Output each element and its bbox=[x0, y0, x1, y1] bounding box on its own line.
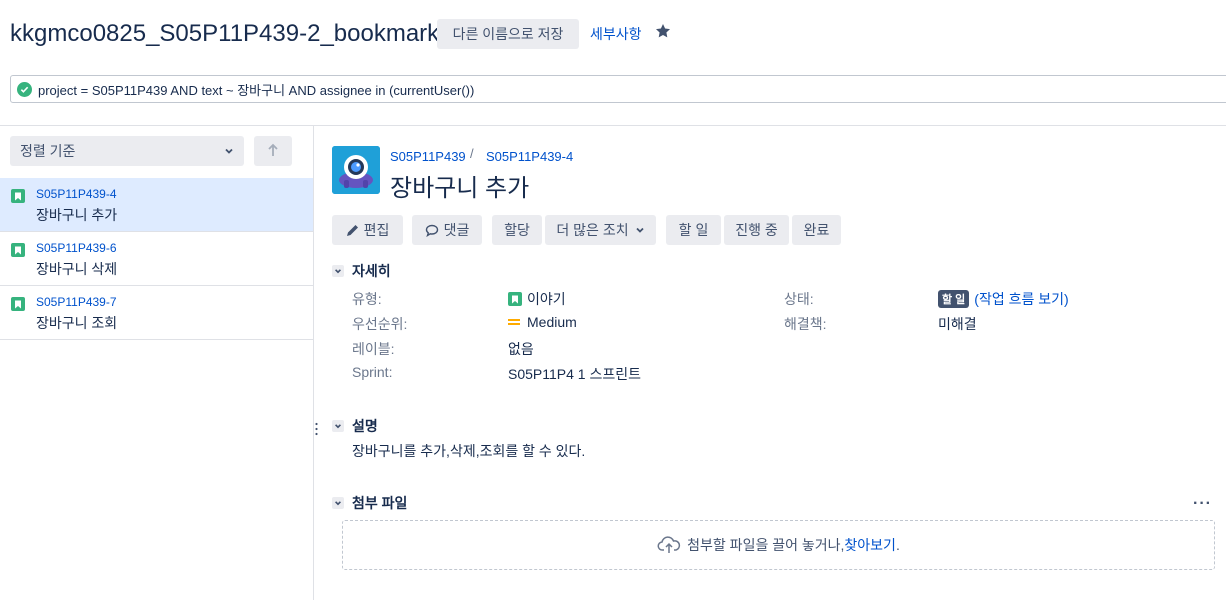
status-value: 할 일 (작업 흐름 보기) bbox=[938, 289, 1069, 309]
issue-list-item[interactable]: S05P11P439-6 장바구니 삭제 bbox=[0, 232, 313, 286]
more-actions-button[interactable]: 더 많은 조치 bbox=[545, 215, 656, 245]
sort-by-label: 정렬 기준 bbox=[20, 143, 76, 159]
attachment-dropzone[interactable]: 첨부할 파일을 끌어 놓거나, 찾아보기. bbox=[342, 520, 1215, 570]
more-options-icon[interactable]: ··· bbox=[1193, 495, 1212, 513]
star-icon[interactable] bbox=[655, 23, 671, 39]
type-value-text: 이야기 bbox=[527, 291, 566, 307]
issue-list-item[interactable]: S05P11P439-7 장바구니 조회 bbox=[0, 286, 313, 340]
story-icon bbox=[11, 297, 25, 311]
breadcrumb-separator: / bbox=[470, 146, 474, 161]
issue-list-item[interactable]: S05P11P439-4 장바구니 추가 bbox=[0, 178, 313, 232]
chevron-down-icon bbox=[332, 497, 344, 509]
chevron-down-icon bbox=[332, 265, 344, 277]
more-actions-label: 더 많은 조치 bbox=[556, 222, 629, 238]
priority-label: 우선순위: bbox=[352, 316, 408, 332]
priority-medium-icon bbox=[508, 317, 520, 327]
in-progress-transition-button[interactable]: 진행 중 bbox=[724, 215, 789, 245]
todo-transition-button[interactable]: 할 일 bbox=[666, 215, 721, 245]
issue-key: S05P11P439-4 bbox=[36, 187, 117, 201]
status-badge: 할 일 bbox=[938, 290, 970, 308]
breadcrumb-project[interactable]: S05P11P439 bbox=[390, 149, 466, 164]
attachments-heading: 첨부 파일 bbox=[352, 495, 408, 511]
priority-value: Medium bbox=[508, 314, 577, 330]
resolution-label: 해결책: bbox=[784, 316, 827, 332]
comment-label: 댓글 bbox=[443, 222, 470, 238]
details-heading: 자세히 bbox=[352, 263, 391, 279]
browse-link[interactable]: 찾아보기 bbox=[844, 535, 896, 555]
pane-divider bbox=[313, 126, 314, 600]
filter-title: kkgmco0825_S05P11P439-2_bookmark bbox=[10, 20, 440, 47]
done-transition-button[interactable]: 완료 bbox=[792, 215, 841, 245]
issue-summary: 장바구니 조회 bbox=[36, 315, 118, 331]
description-section-toggle[interactable]: 설명 bbox=[332, 416, 378, 436]
description-heading: 설명 bbox=[352, 418, 378, 434]
save-as-button[interactable]: 다른 이름으로 저장 bbox=[437, 19, 579, 49]
chevron-down-icon bbox=[332, 420, 344, 432]
sort-by-select[interactable]: 정렬 기준 bbox=[10, 136, 244, 166]
chevron-down-icon bbox=[224, 143, 234, 159]
issue-title: 장바구니 추가 bbox=[390, 175, 530, 202]
details-link[interactable]: 세부사항 bbox=[590, 24, 642, 44]
attachments-section-toggle[interactable]: 첨부 파일 bbox=[332, 493, 407, 513]
story-icon bbox=[11, 243, 25, 257]
valid-check-icon bbox=[17, 81, 32, 97]
edit-button[interactable]: 편집 bbox=[332, 215, 403, 245]
type-label: 유형: bbox=[352, 291, 382, 307]
sprint-label: Sprint: bbox=[352, 364, 393, 380]
description-text[interactable]: 장바구니를 추가,삭제,조회를 할 수 있다. bbox=[352, 441, 585, 461]
project-avatar bbox=[332, 146, 380, 194]
comment-icon bbox=[425, 224, 439, 237]
assign-button[interactable]: 할당 bbox=[492, 215, 542, 245]
issue-key: S05P11P439-7 bbox=[36, 295, 117, 309]
type-value: 이야기 bbox=[508, 289, 566, 309]
header-divider bbox=[0, 125, 1226, 126]
breadcrumb-issue-key[interactable]: S05P11P439-4 bbox=[486, 149, 573, 164]
pencil-icon bbox=[346, 224, 359, 237]
issue-summary: 장바구니 추가 bbox=[36, 207, 118, 223]
issue-key: S05P11P439-6 bbox=[36, 241, 117, 255]
view-workflow-link[interactable]: (작업 흐름 보기) bbox=[974, 289, 1068, 309]
story-icon bbox=[508, 292, 522, 306]
priority-value-text: Medium bbox=[527, 314, 577, 330]
edit-label: 편집 bbox=[363, 222, 390, 238]
status-label: 상태: bbox=[784, 291, 814, 307]
resolution-value: 미해결 bbox=[938, 316, 977, 332]
dropzone-suffix: . bbox=[895, 537, 900, 553]
jql-query-text: project = S05P11P439 AND text ~ 장바구니 AND… bbox=[38, 82, 475, 98]
story-icon bbox=[11, 189, 25, 203]
sort-direction-button[interactable] bbox=[254, 136, 292, 166]
labels-value: 없음 bbox=[508, 341, 534, 357]
arrow-up-icon bbox=[267, 143, 279, 160]
sprint-value[interactable]: S05P11P4 1 스프린트 bbox=[508, 364, 641, 384]
cloud-upload-icon bbox=[657, 536, 681, 554]
dropzone-text: 첨부할 파일을 끌어 놓거나, bbox=[687, 537, 845, 553]
issue-summary: 장바구니 삭제 bbox=[36, 261, 118, 277]
labels-label: 레이블: bbox=[352, 341, 395, 357]
jql-query-field[interactable]: project = S05P11P439 AND text ~ 장바구니 AND… bbox=[10, 75, 1226, 103]
pane-resize-handle[interactable] bbox=[315, 420, 318, 438]
comment-button[interactable]: 댓글 bbox=[412, 215, 482, 245]
details-section-toggle[interactable]: 자세히 bbox=[332, 261, 391, 281]
chevron-down-icon bbox=[635, 225, 645, 235]
